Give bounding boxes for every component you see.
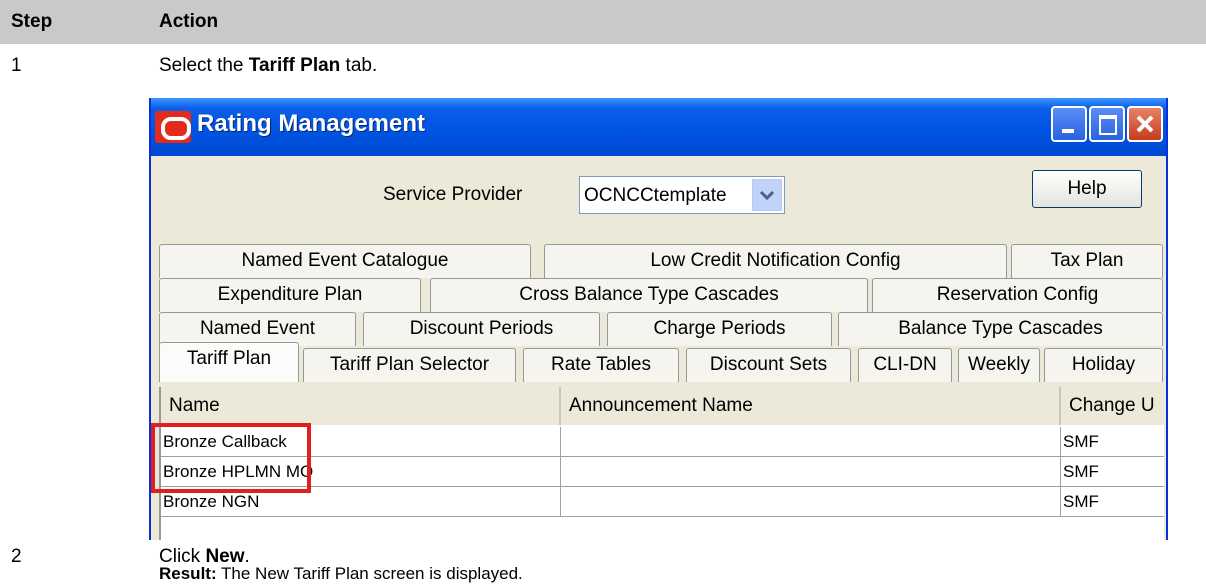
tab-named-event-catalogue[interactable]: Named Event Catalogue xyxy=(159,244,531,278)
help-button[interactable]: Help xyxy=(1032,170,1142,208)
column-header-name[interactable]: Name xyxy=(161,387,561,425)
tab-discount-sets[interactable]: Discount Sets xyxy=(686,348,851,382)
tariff-plan-table: Name Announcement Name Change U Bronze C… xyxy=(159,387,1164,540)
service-provider-value: OCNCCtemplate xyxy=(584,185,727,206)
tab-charge-periods[interactable]: Charge Periods xyxy=(607,312,832,346)
header-action: Action xyxy=(159,11,219,32)
tab-expenditure-plan[interactable]: Expenditure Plan xyxy=(159,278,421,312)
table-row-3-name[interactable]: Bronze NGN xyxy=(161,487,561,517)
step-1-text: Select the Tariff Plan tab. xyxy=(159,55,378,76)
tab-discount-periods[interactable]: Discount Periods xyxy=(363,312,600,346)
tab-tariff-plan[interactable]: Tariff Plan xyxy=(159,342,299,382)
window-titlebar[interactable]: Rating Management xyxy=(151,98,1166,156)
table-row-1-announcement[interactable] xyxy=(561,427,1061,457)
tab-named-event[interactable]: Named Event xyxy=(159,312,356,346)
table-row-3-change[interactable]: SMF xyxy=(1061,487,1164,517)
rating-management-window: Rating Management Service Provider OCNCC… xyxy=(149,98,1168,540)
header-step: Step xyxy=(11,11,53,32)
minimize-icon[interactable] xyxy=(1051,106,1087,142)
service-provider-select[interactable]: OCNCCtemplate xyxy=(579,176,785,214)
tab-tariff-plan-selector[interactable]: Tariff Plan Selector xyxy=(303,348,516,382)
maximize-icon[interactable] xyxy=(1089,106,1125,142)
table-row-2-announcement[interactable] xyxy=(561,457,1061,487)
tab-holiday[interactable]: Holiday xyxy=(1044,348,1163,382)
tab-weekly[interactable]: Weekly xyxy=(958,348,1040,382)
table-header-bar: Step Action xyxy=(0,0,1206,44)
service-provider-label: Service Provider xyxy=(383,184,523,205)
step-1-number: 1 xyxy=(11,55,22,76)
chevron-down-icon[interactable] xyxy=(752,179,782,211)
tab-rate-tables[interactable]: Rate Tables xyxy=(523,348,679,382)
column-header-change-user[interactable]: Change U xyxy=(1061,387,1164,425)
tab-cross-balance-type-cascades[interactable]: Cross Balance Type Cascades xyxy=(430,278,868,312)
close-icon[interactable] xyxy=(1127,106,1163,142)
table-row-1-change[interactable]: SMF xyxy=(1061,427,1164,457)
tab-cli-dn[interactable]: CLI-DN xyxy=(858,348,952,382)
window-title: Rating Management xyxy=(197,110,426,137)
tab-balance-type-cascades[interactable]: Balance Type Cascades xyxy=(838,312,1163,346)
result-text: Result: The New Tariff Plan screen is di… xyxy=(159,564,523,583)
table-row-1-name[interactable]: Bronze Callback xyxy=(161,427,561,457)
tab-tax-plan[interactable]: Tax Plan xyxy=(1011,244,1163,278)
table-row-2-change[interactable]: SMF xyxy=(1061,457,1164,487)
tab-reservation-config[interactable]: Reservation Config xyxy=(872,278,1163,312)
table-row-3-announcement[interactable] xyxy=(561,487,1061,517)
tab-low-credit-notification-config[interactable]: Low Credit Notification Config xyxy=(544,244,1007,278)
app-logo-icon xyxy=(155,111,191,143)
table-row-2-name[interactable]: Bronze HPLMN MO xyxy=(161,457,561,487)
column-header-announcement-name[interactable]: Announcement Name xyxy=(561,387,1061,425)
step-2-number: 2 xyxy=(11,546,22,567)
